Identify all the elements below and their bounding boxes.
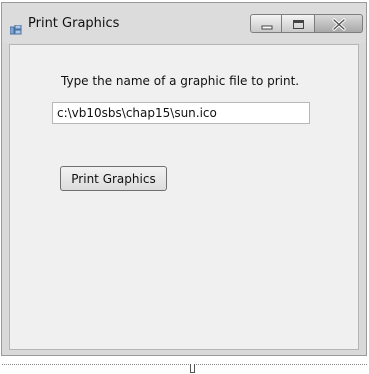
form-window: Print Graphics Type the name of a graphi… (1, 2, 367, 356)
bottom-border-line (2, 364, 367, 365)
print-graphics-button[interactable]: Print Graphics (60, 166, 167, 191)
form-icon (9, 20, 22, 35)
form-client-area: Type the name of a graphic file to print… (9, 44, 359, 350)
minimize-button[interactable] (250, 14, 282, 33)
bottom-tick-mark (190, 364, 195, 373)
caption-buttons (250, 14, 365, 33)
maximize-icon (293, 20, 304, 29)
close-button[interactable] (315, 14, 363, 33)
title-bar[interactable]: Print Graphics (2, 3, 366, 43)
file-name-input[interactable] (52, 102, 310, 124)
file-name-prompt-label: Type the name of a graphic file to print… (61, 74, 300, 88)
window-title: Print Graphics (28, 16, 120, 31)
maximize-button[interactable] (282, 14, 315, 33)
minimize-icon (261, 25, 273, 30)
close-icon (332, 18, 346, 31)
